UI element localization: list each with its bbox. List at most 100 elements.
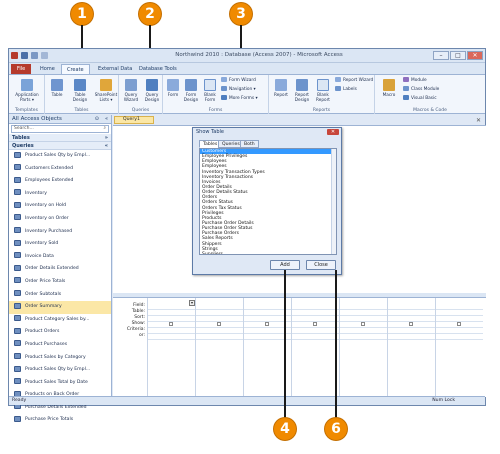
nav-query-item[interactable]: Product Category Sales by... <box>9 314 111 327</box>
show-checkbox[interactable] <box>361 322 365 326</box>
nav-query-item[interactable]: Product Sales Qty by Empl... <box>9 364 111 377</box>
tab-home[interactable]: Home <box>35 64 60 74</box>
report-button[interactable]: Report <box>271 79 291 97</box>
query-icon <box>14 327 21 334</box>
nav-header[interactable]: All Access Objects ⊙ « <box>9 115 111 124</box>
class-module-button[interactable]: Class Module <box>403 86 439 93</box>
more-forms-button[interactable]: More Forms ▾ <box>221 95 258 102</box>
table-design-button[interactable]: Table Design <box>69 79 91 102</box>
show-checkbox[interactable] <box>313 322 317 326</box>
query-icon <box>14 164 21 171</box>
report-wizard-button[interactable]: Report Wizard <box>335 77 373 84</box>
group-label-templates: Templates <box>15 108 38 113</box>
redo-icon[interactable] <box>41 52 48 59</box>
nav-query-item[interactable]: Order Subtotals <box>9 289 111 302</box>
nav-query-item[interactable]: Invoice Data <box>9 251 111 264</box>
grid-row-label: or: <box>138 333 145 338</box>
tab-external-data[interactable]: External Data <box>93 64 137 74</box>
maximize-button[interactable]: □ <box>450 51 466 60</box>
show-checkbox[interactable] <box>169 322 173 326</box>
query-wizard-button[interactable]: Query Wizard <box>121 79 141 102</box>
group-templates: Application Parts ▾ Templates <box>9 75 45 114</box>
group-forms: Form Form Design Blank Form Form Wizard … <box>163 75 269 114</box>
tab-file[interactable]: File <box>11 64 31 74</box>
nav-query-item[interactable]: Product Sales Total by Date <box>9 377 111 390</box>
nav-query-item[interactable]: Employees Extended <box>9 175 111 188</box>
add-button[interactable]: Add <box>270 260 300 270</box>
nav-query-item[interactable]: Inventory <box>9 188 111 201</box>
save-icon[interactable] <box>21 52 28 59</box>
table-button[interactable]: Table <box>47 79 67 97</box>
query-icon <box>14 176 21 183</box>
nav-search-input[interactable]: Search... ⌕ <box>11 125 109 133</box>
nav-query-item[interactable]: Inventory on Hold <box>9 200 111 213</box>
form-button[interactable]: Form <box>165 79 181 97</box>
tab-database-tools[interactable]: Database Tools <box>134 64 182 74</box>
nav-query-item[interactable]: Product Sales Qty by Empl... <box>9 150 111 163</box>
grid-column-line <box>435 298 436 397</box>
nav-query-item[interactable]: Inventory Purchased <box>9 226 111 239</box>
visual-basic-button[interactable]: Visual Basic <box>403 95 437 102</box>
table-list-item[interactable]: Suppliers <box>200 252 336 254</box>
show-checkbox[interactable] <box>457 322 461 326</box>
query-icon <box>14 365 21 372</box>
form-wizard-button[interactable]: Form Wizard <box>221 77 256 84</box>
nav-query-item[interactable]: Product Orders <box>9 326 111 339</box>
nav-query-item[interactable]: Inventory on Order <box>9 213 111 226</box>
nav-query-item[interactable]: Order Summary <box>9 301 111 314</box>
field-dropdown-icon[interactable]: ▾ <box>189 300 195 306</box>
nav-query-item[interactable]: Purchase Price Totals <box>9 414 111 427</box>
nav-query-item[interactable]: Inventory Sold <box>9 238 111 251</box>
nav-query-item[interactable]: Order Details Extended <box>9 263 111 276</box>
dialog-tab-both[interactable]: Both <box>240 140 259 148</box>
nav-query-item[interactable]: Product Purchases <box>9 339 111 352</box>
callout-4: 4 <box>274 418 296 440</box>
navigation-button[interactable]: Navigation ▾ <box>221 86 256 93</box>
blank-form-button[interactable]: Blank Form <box>201 79 219 102</box>
group-label-reports: Reports <box>312 108 331 113</box>
query-design-button[interactable]: Query Design <box>141 79 163 102</box>
undo-icon[interactable] <box>31 52 38 59</box>
dialog-title: Show Table ✕ <box>193 128 341 137</box>
sharepoint-lists-button[interactable]: SharePoint Lists ▾ <box>93 79 119 102</box>
num-lock-indicator: Num Lock <box>432 398 455 403</box>
module-button[interactable]: Module <box>403 77 427 84</box>
tab-query1[interactable]: Query1 <box>114 116 154 124</box>
search-icon: ⌕ <box>103 126 106 131</box>
show-checkbox[interactable] <box>265 322 269 326</box>
chevron-down-icon[interactable]: ⊙ <box>95 115 99 124</box>
nav-query-item[interactable]: Customers Extended <box>9 163 111 176</box>
show-checkbox[interactable] <box>409 322 413 326</box>
close-button[interactable]: ✕ <box>467 51 483 60</box>
labels-button[interactable]: Labels <box>335 86 357 93</box>
nav-query-item[interactable]: Product Sales by Category <box>9 352 111 365</box>
tab-create[interactable]: Create <box>61 64 90 74</box>
query-design-icon <box>146 79 158 91</box>
report-icon <box>275 79 287 91</box>
list-scrollbar[interactable] <box>331 149 336 254</box>
blank-report-button[interactable]: Blank Report <box>313 79 333 102</box>
report-design-button[interactable]: Report Design <box>291 79 313 102</box>
application-parts-button[interactable]: Application Parts ▾ <box>12 79 42 102</box>
nav-query-item[interactable]: Order Price Totals <box>9 276 111 289</box>
nav-category-queries[interactable]: Queries « <box>9 142 111 150</box>
form-design-button[interactable]: Form Design <box>181 79 201 102</box>
collapse-section-icon: « <box>104 143 108 149</box>
query-icon <box>14 378 21 385</box>
dialog-close-icon[interactable]: ✕ <box>327 129 339 135</box>
show-checkbox[interactable] <box>217 322 221 326</box>
query-design-grid[interactable]: Field: Table: Sort: Show: Criteria: or: ▾ <box>113 297 486 397</box>
query-icon <box>14 214 21 221</box>
collapse-icon[interactable]: « <box>105 115 108 124</box>
macro-button[interactable]: Macro <box>379 79 399 97</box>
query-icon <box>14 239 21 246</box>
ribbon-tabs: File Home Create External Data Database … <box>9 63 485 74</box>
minimize-button[interactable]: – <box>433 51 449 60</box>
macro-icon <box>383 79 395 91</box>
nav-category-tables[interactable]: Tables » <box>9 134 111 142</box>
callout-3: 3 <box>230 3 252 25</box>
close-document-icon[interactable]: ✕ <box>476 117 481 124</box>
close-dialog-button[interactable]: Close <box>306 260 336 270</box>
grid-row-label: Criteria: <box>126 327 145 332</box>
table-list[interactable]: Customers Employee Privileges Employees Emp… <box>199 148 337 255</box>
